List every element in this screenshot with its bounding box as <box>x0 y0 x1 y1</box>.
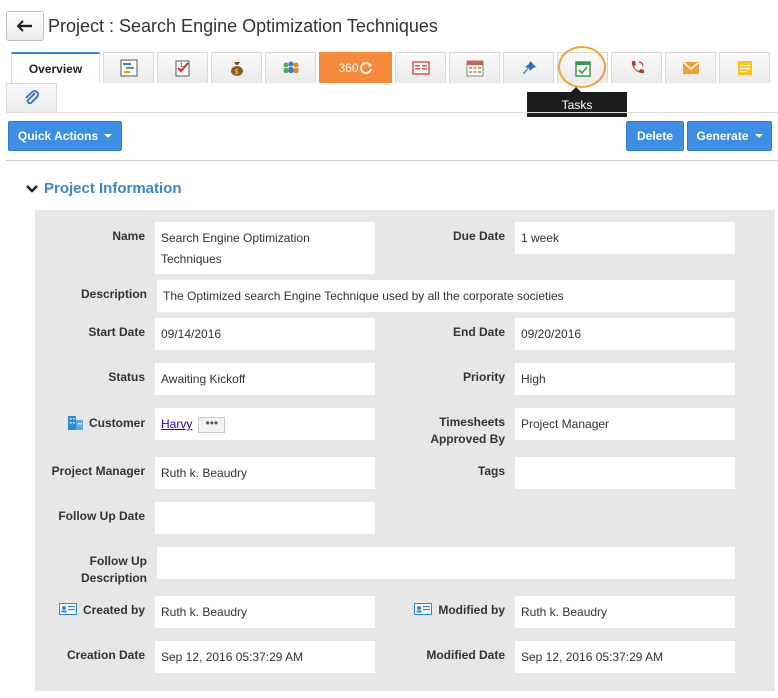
tab-notes[interactable] <box>719 52 770 83</box>
tags-value <box>515 457 735 489</box>
arrow-left-icon <box>17 20 32 32</box>
quick-actions-label: Quick Actions <box>17 129 99 143</box>
section-toggle[interactable]: Project Information <box>26 180 182 197</box>
end-date-value: 09/20/2016 <box>515 318 735 350</box>
tab-task-checklist[interactable]: 1 <box>157 52 208 83</box>
chevron-down-icon <box>104 134 113 138</box>
building-icon <box>67 416 83 430</box>
pin-icon <box>522 61 536 74</box>
modified-date-value: Sep 12, 2016 05:37:29 AM <box>515 641 735 673</box>
svg-text:$: $ <box>234 69 238 76</box>
phone-icon <box>631 61 644 74</box>
gantt-icon <box>120 59 137 77</box>
customer-value-box: Harvy ••• <box>155 408 375 440</box>
created-by-label-group: Created by <box>35 602 145 619</box>
tab-tasks[interactable] <box>557 46 608 88</box>
follow-up-description-label: Follow Up Description <box>80 554 147 585</box>
mail-icon <box>682 62 699 74</box>
modified-by-label: Modified by <box>438 603 505 617</box>
start-date-value: 09/14/2016 <box>155 318 375 350</box>
tasks-tooltip: Tasks <box>527 92 627 117</box>
more-options-button[interactable]: ••• <box>198 416 226 433</box>
tab-calendar[interactable] <box>449 52 500 83</box>
delete-button[interactable]: Delete <box>626 121 684 151</box>
task-check-icon: 1 <box>175 60 189 77</box>
tasks-highlight-ring <box>558 46 606 88</box>
chevron-down-icon <box>26 184 38 193</box>
modified-by-label-group: Modified by <box>395 602 505 619</box>
tab-budget[interactable]: $ <box>211 52 262 83</box>
modified-date-label: Modified Date <box>426 648 505 662</box>
page-title: Project : Search Engine Optimization Tec… <box>48 15 438 36</box>
calendar-icon <box>466 60 483 77</box>
created-by-value: Ruth k. Beaudry <box>155 596 375 628</box>
project-information-panel: Name Search Engine Optimization Techniqu… <box>35 210 775 691</box>
creation-date-label: Creation Date <box>66 648 145 662</box>
tab-reports[interactable] <box>395 52 446 83</box>
name-value: Search Engine Optimization Techniques <box>155 222 375 274</box>
generate-button[interactable]: Generate <box>687 121 772 151</box>
customer-label: Customer <box>88 416 145 430</box>
tab-team[interactable] <box>265 52 316 83</box>
id-card-icon <box>414 603 433 615</box>
tags-label: Tags <box>477 464 505 478</box>
generate-label: Generate <box>696 129 749 143</box>
status-value: Awaiting Kickoff <box>155 363 375 395</box>
project-manager-value: Ruth k. Beaudry <box>155 457 375 489</box>
due-date-label: Due Date <box>452 229 505 243</box>
start-date-label: Start Date <box>88 325 145 339</box>
money-bag-icon: $ <box>230 62 243 76</box>
tab-gantt[interactable] <box>103 52 154 83</box>
tab-360-label: 360 <box>338 61 359 75</box>
team-icon <box>283 61 298 73</box>
follow-up-description-value <box>157 547 735 579</box>
report-icon <box>411 61 430 75</box>
customer-label-group: Customer <box>35 414 145 432</box>
description-value: The Optimized search Engine Technique us… <box>157 280 735 312</box>
priority-label: Priority <box>462 370 505 384</box>
customer-link[interactable]: Harvy <box>161 417 192 431</box>
tab-360[interactable]: 360 <box>319 52 392 83</box>
note-icon <box>737 61 752 75</box>
chevron-down-icon <box>754 134 763 138</box>
id-card-icon <box>58 603 77 615</box>
timesheets-label: Timesheets Approved By <box>430 415 505 446</box>
quick-actions-button[interactable]: Quick Actions <box>8 121 122 151</box>
tab-attachments[interactable] <box>6 83 57 112</box>
priority-value: High <box>515 363 735 395</box>
created-by-label: Created by <box>82 603 145 617</box>
name-label: Name <box>112 229 145 243</box>
section-title: Project Information <box>44 180 182 197</box>
tab-overview[interactable]: Overview <box>11 52 100 83</box>
status-label: Status <box>108 370 145 384</box>
attachment-icon <box>24 90 39 105</box>
due-date-value: 1 week <box>515 222 735 254</box>
divider <box>6 160 778 161</box>
360-refresh-icon <box>359 62 372 74</box>
page-header: Project : Search Engine Optimization Tec… <box>6 10 438 42</box>
divider <box>6 112 778 113</box>
tab-bar: Overview 1 $ 360 <box>6 46 778 112</box>
modified-by-value: Ruth k. Beaudry <box>515 596 735 628</box>
creation-date-value: Sep 12, 2016 05:37:29 AM <box>155 641 375 673</box>
follow-up-date-value <box>155 502 375 534</box>
timesheets-value: Project Manager <box>515 408 735 440</box>
follow-up-date-label: Follow Up Date <box>58 509 145 523</box>
tab-calls[interactable] <box>611 52 662 83</box>
tab-emails[interactable] <box>665 52 716 83</box>
end-date-label: End Date <box>452 325 505 339</box>
description-label: Description <box>80 287 147 301</box>
back-button[interactable] <box>6 11 44 41</box>
tab-pin[interactable] <box>503 52 554 83</box>
project-manager-label: Project Manager <box>51 464 145 478</box>
